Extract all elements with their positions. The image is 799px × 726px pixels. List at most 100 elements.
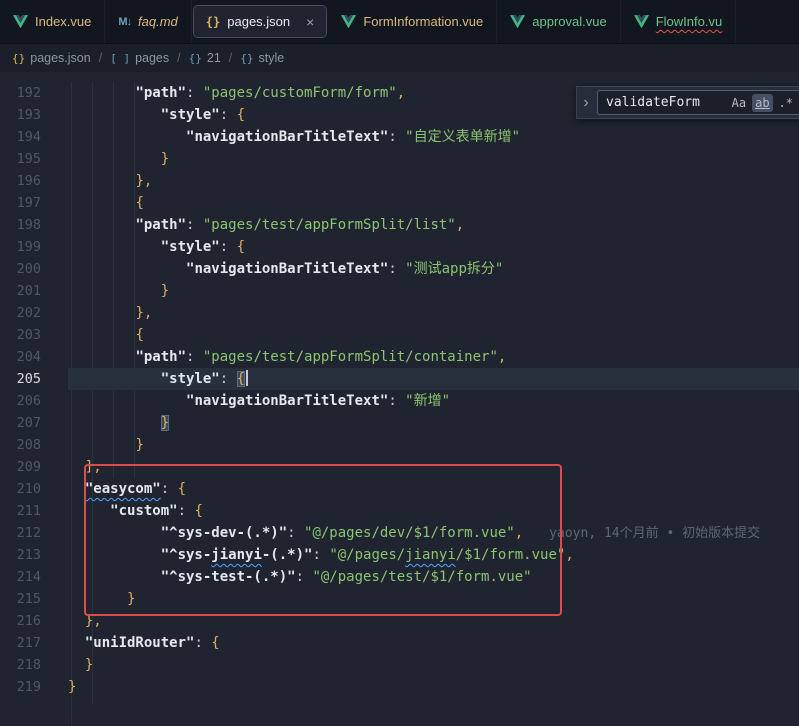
tab-faq.md[interactable]: M↓faq.md xyxy=(105,0,191,43)
code-line[interactable]: 204 "path": "pages/test/appFormSplit/con… xyxy=(0,346,799,368)
line-number[interactable]: 217 xyxy=(0,632,68,654)
code-line[interactable]: 217 "uniIdRouter": { xyxy=(0,632,799,654)
code-line[interactable]: 206 "navigationBarTitleText": "新增" xyxy=(0,390,799,412)
line-number[interactable]: 216 xyxy=(0,610,68,632)
breadcrumb-label: style xyxy=(259,51,285,65)
code-text[interactable]: "custom": { xyxy=(68,500,799,522)
close-icon[interactable]: × xyxy=(306,14,314,30)
code-text[interactable]: "^sys-jianyi-(.*)": "@/pages/jianyi/$1/f… xyxy=(68,544,799,566)
code-text[interactable]: } xyxy=(68,588,799,610)
code-text[interactable]: } xyxy=(68,412,799,434)
code-line[interactable]: 216 }, xyxy=(0,610,799,632)
code-line[interactable]: 194 "navigationBarTitleText": "自定义表单新增" xyxy=(0,126,799,148)
find-widget[interactable]: › validateForm Aa ab .* xyxy=(576,86,799,119)
code-line[interactable]: 219} xyxy=(0,676,799,698)
code-text[interactable]: } xyxy=(68,676,799,698)
code-line[interactable]: 201 } xyxy=(0,280,799,302)
code-line[interactable]: 208 } xyxy=(0,434,799,456)
code-line[interactable]: 196 }, xyxy=(0,170,799,192)
chevron-right-icon[interactable]: › xyxy=(579,94,593,112)
line-number[interactable]: 199 xyxy=(0,236,68,258)
code-line[interactable]: 203 { xyxy=(0,324,799,346)
regex-toggle[interactable]: .* xyxy=(776,94,796,112)
editor-pane[interactable]: 192 "path": "pages/customForm/form",193 … xyxy=(0,72,799,726)
line-number[interactable]: 204 xyxy=(0,346,68,368)
line-number[interactable]: 219 xyxy=(0,676,68,698)
code-text[interactable]: } xyxy=(68,654,799,676)
code-line[interactable]: 212 "^sys-dev-(.*)": "@/pages/dev/$1/for… xyxy=(0,522,799,544)
line-number[interactable]: 207 xyxy=(0,412,68,434)
whole-word-toggle[interactable]: ab xyxy=(752,94,772,112)
line-number[interactable]: 212 xyxy=(0,522,68,544)
code-text[interactable]: "^sys-test-(.*)": "@/pages/test/$1/form.… xyxy=(68,566,799,588)
code-line[interactable]: 202 }, xyxy=(0,302,799,324)
code-line[interactable]: 209 ], xyxy=(0,456,799,478)
line-number[interactable]: 192 xyxy=(0,82,68,104)
code-text[interactable]: "path": "pages/test/appFormSplit/list", xyxy=(68,214,799,236)
line-number[interactable]: 198 xyxy=(0,214,68,236)
code-text[interactable]: "style": { xyxy=(68,368,799,390)
code-text[interactable]: } xyxy=(68,434,799,456)
code-line[interactable]: 198 "path": "pages/test/appFormSplit/lis… xyxy=(0,214,799,236)
line-number[interactable]: 196 xyxy=(0,170,68,192)
code-line[interactable]: 200 "navigationBarTitleText": "测试app拆分" xyxy=(0,258,799,280)
code-text[interactable]: { xyxy=(68,192,799,214)
tab-Index.vue[interactable]: Index.vue xyxy=(0,0,105,43)
line-number[interactable]: 218 xyxy=(0,654,68,676)
code-text[interactable]: }, xyxy=(68,302,799,324)
code-text[interactable]: "navigationBarTitleText": "自定义表单新增" xyxy=(68,126,799,148)
code-text[interactable]: } xyxy=(68,280,799,302)
breadcrumb-item-21[interactable]: {}21 xyxy=(189,51,221,65)
line-number[interactable]: 214 xyxy=(0,566,68,588)
code-text[interactable]: "style": { xyxy=(68,236,799,258)
breadcrumb-item-style[interactable]: {}style xyxy=(240,51,284,65)
line-number[interactable]: 194 xyxy=(0,126,68,148)
code-line[interactable]: 218 } xyxy=(0,654,799,676)
code-line[interactable]: 213 "^sys-jianyi-(.*)": "@/pages/jianyi/… xyxy=(0,544,799,566)
tab-approval.vue[interactable]: approval.vue xyxy=(497,0,620,43)
code-text[interactable]: "path": "pages/test/appFormSplit/contain… xyxy=(68,346,799,368)
line-number[interactable]: 206 xyxy=(0,390,68,412)
code-line[interactable]: 197 { xyxy=(0,192,799,214)
line-number[interactable]: 210 xyxy=(0,478,68,500)
line-number[interactable]: 205 xyxy=(0,368,68,390)
line-number[interactable]: 197 xyxy=(0,192,68,214)
line-number[interactable]: 200 xyxy=(0,258,68,280)
code-text[interactable]: "navigationBarTitleText": "新增" xyxy=(68,390,799,412)
breadcrumb-item-pages.json[interactable]: {}pages.json xyxy=(12,51,91,65)
line-number[interactable]: 195 xyxy=(0,148,68,170)
line-number[interactable]: 201 xyxy=(0,280,68,302)
line-number[interactable]: 209 xyxy=(0,456,68,478)
line-number[interactable]: 202 xyxy=(0,302,68,324)
find-input[interactable]: validateForm Aa ab .* xyxy=(597,90,799,115)
code-text[interactable]: "^sys-dev-(.*)": "@/pages/dev/$1/form.vu… xyxy=(68,522,799,544)
tab-FormInformation.vue[interactable]: FormInformation.vue xyxy=(328,0,497,43)
code-line[interactable]: 211 "custom": { xyxy=(0,500,799,522)
breadcrumb-item-pages[interactable]: [ ]pages xyxy=(110,51,169,65)
line-number[interactable]: 203 xyxy=(0,324,68,346)
tab-FlowInfo.vu[interactable]: FlowInfo.vu xyxy=(621,0,736,43)
match-case-toggle[interactable]: Aa xyxy=(729,94,749,112)
code-text[interactable]: }, xyxy=(68,610,799,632)
code-text[interactable]: { xyxy=(68,324,799,346)
code-line[interactable]: 214 "^sys-test-(.*)": "@/pages/test/$1/f… xyxy=(0,566,799,588)
line-number[interactable]: 213 xyxy=(0,544,68,566)
code-text[interactable]: ], xyxy=(68,456,799,478)
line-number[interactable]: 193 xyxy=(0,104,68,126)
code-text[interactable]: } xyxy=(68,148,799,170)
code-text[interactable]: }, xyxy=(68,170,799,192)
find-query-text[interactable]: validateForm xyxy=(606,95,726,110)
code-line[interactable]: 205 "style": { xyxy=(0,368,799,390)
code-line[interactable]: 199 "style": { xyxy=(0,236,799,258)
tab-pages.json[interactable]: {}pages.json× xyxy=(193,5,328,38)
line-number[interactable]: 208 xyxy=(0,434,68,456)
code-text[interactable]: "navigationBarTitleText": "测试app拆分" xyxy=(68,258,799,280)
line-number[interactable]: 215 xyxy=(0,588,68,610)
code-line[interactable]: 195 } xyxy=(0,148,799,170)
code-line[interactable]: 215 } xyxy=(0,588,799,610)
code-line[interactable]: 207 } xyxy=(0,412,799,434)
line-number[interactable]: 211 xyxy=(0,500,68,522)
code-text[interactable]: "easycom": { xyxy=(68,478,799,500)
code-text[interactable]: "uniIdRouter": { xyxy=(68,632,799,654)
code-line[interactable]: 210 "easycom": { xyxy=(0,478,799,500)
